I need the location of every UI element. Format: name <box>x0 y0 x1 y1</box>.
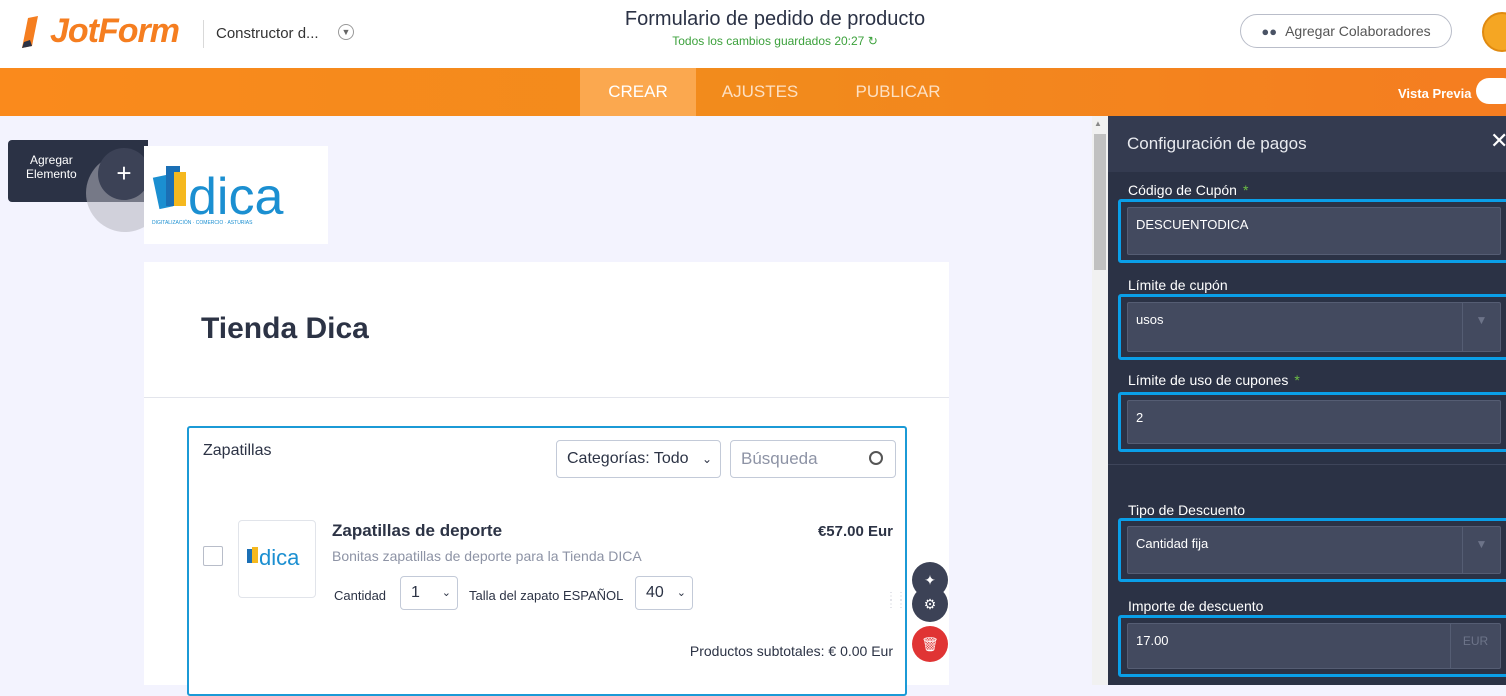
tab-publicar[interactable]: PUBLICAR <box>838 68 958 116</box>
drag-handle-icon[interactable]: ⋮⋮ ⋮⋮ <box>886 592 906 619</box>
required-star-icon: * <box>1242 182 1249 198</box>
subtotal-text: Productos subtotales: € 0.00 Eur <box>689 643 893 659</box>
product-list-field[interactable]: Zapatillas Categorías: Todo ⌄ Búsqueda d… <box>187 426 907 696</box>
product-checkbox[interactable] <box>203 546 223 566</box>
svg-text:dica: dica <box>259 545 300 570</box>
coupon-usage-limit-input[interactable]: 2 <box>1127 400 1501 444</box>
quantity-value: 1 <box>411 584 420 601</box>
coupon-code-label: Código de Cupón * <box>1128 182 1248 198</box>
size-label: Talla del zapato ESPAÑOL <box>469 588 624 603</box>
product-name: Zapatillas de deporte <box>332 521 503 540</box>
add-element-line1: Agregar <box>30 153 73 167</box>
add-element-button[interactable]: + <box>98 148 150 200</box>
product-price: €57.00 Eur <box>817 523 893 540</box>
pencil-logo-icon <box>22 15 38 48</box>
top-bar: JotForm Constructor d... ▼ Formulario de… <box>0 0 1506 68</box>
scroll-thumb[interactable] <box>1094 134 1106 270</box>
discount-amount-input[interactable]: 17.00 EUR <box>1127 623 1501 669</box>
tab-ajustes[interactable]: AJUSTES <box>700 68 820 116</box>
discount-type-label: Tipo de Descuento <box>1128 502 1245 518</box>
users-icon: ●● <box>1261 23 1278 39</box>
preview-label: Vista Previa <box>1398 86 1472 101</box>
search-placeholder: Búsqueda <box>741 449 818 468</box>
trash-icon[interactable]: 🗑 <box>912 626 948 662</box>
add-collaborators-button[interactable]: ●● Agregar Colaboradores <box>1240 14 1452 48</box>
form-title[interactable]: Formulario de pedido de producto <box>560 8 990 31</box>
add-collaborators-label: Agregar Colaboradores <box>1285 23 1431 39</box>
dropdown-arrow-icon[interactable]: ▼ <box>1462 303 1500 351</box>
coupon-usage-limit-label: Límite de uso de cupones * <box>1128 372 1300 388</box>
discount-type-value: Cantidad fija <box>1136 536 1209 551</box>
product-thumbnail: dica <box>238 520 316 598</box>
category-select[interactable]: Categorías: Todo ⌄ <box>556 440 721 478</box>
quantity-label: Cantidad <box>334 588 387 603</box>
panel-divider <box>1108 464 1506 465</box>
refresh-icon[interactable]: ↻ <box>868 34 878 48</box>
main-nav: CREAR AJUSTES PUBLICAR Vista Previa <box>0 68 1506 116</box>
coupon-limit-select[interactable]: usos ▼ <box>1127 302 1501 352</box>
form-heading[interactable]: Tienda Dica <box>201 312 369 346</box>
chevron-down-icon[interactable]: ▼ <box>338 24 354 40</box>
search-icon[interactable] <box>869 451 883 465</box>
scroll-up-icon[interactable]: ▲ <box>1094 119 1102 128</box>
brand-name: JotForm <box>50 12 180 50</box>
coupon-usage-limit-label-text: Límite de uso de cupones <box>1128 372 1289 388</box>
svg-text:dica: dica <box>188 168 283 226</box>
panel-title: Configuración de pagos <box>1127 134 1307 153</box>
quantity-select[interactable]: 1 ⌄ <box>400 576 458 610</box>
size-value: 40 <box>646 584 664 601</box>
product-list-title: Zapatillas <box>203 442 272 459</box>
header-divider <box>203 20 204 48</box>
add-element-label[interactable]: Agregar Elemento <box>26 153 77 181</box>
chevron-down-icon: ⌄ <box>701 452 712 466</box>
discount-type-field: Cantidad fija ▼ <box>1118 518 1506 582</box>
avatar[interactable] <box>1482 12 1506 52</box>
required-star-icon: * <box>1294 372 1300 388</box>
discount-type-select[interactable]: Cantidad fija ▼ <box>1127 526 1501 574</box>
discount-amount-label: Importe de descuento <box>1128 598 1264 614</box>
form-title-area: Formulario de pedido de producto Todos l… <box>560 8 990 48</box>
gear-icon[interactable]: ⚙ <box>912 586 948 622</box>
tab-crear[interactable]: CREAR <box>580 68 696 116</box>
discount-amount-value: 17.00 <box>1136 633 1169 648</box>
jotform-logo[interactable]: JotForm <box>18 12 180 51</box>
currency-unit: EUR <box>1450 624 1500 668</box>
chevron-down-icon: ⌄ <box>676 587 686 599</box>
add-element-line2: Elemento <box>26 167 77 181</box>
coupon-code-label-text: Código de Cupón <box>1128 182 1237 198</box>
coupon-limit-value: usos <box>1136 312 1164 327</box>
coupon-code-field: DESCUENTODICA <box>1118 199 1506 263</box>
product-description: Bonitas zapatillas de deporte para la Ti… <box>332 548 642 564</box>
save-status: Todos los cambios guardados 20:27 ↻ <box>560 34 990 48</box>
dropdown-arrow-icon[interactable]: ▼ <box>1462 527 1500 573</box>
dica-logo-icon: dica DIGITALIZACIÓN · COMERCIO · ASTURIA… <box>152 166 283 226</box>
coupon-limit-label: Límite de cupón <box>1128 277 1228 293</box>
discount-amount-field: 17.00 EUR <box>1118 615 1506 677</box>
dica-thumb-icon: dica <box>247 545 300 570</box>
size-select[interactable]: 40 ⌄ <box>635 576 693 610</box>
coupon-usage-limit-field: 2 <box>1118 392 1506 452</box>
save-status-text: Todos los cambios guardados 20:27 <box>672 34 865 48</box>
chevron-down-icon: ⌄ <box>441 587 451 599</box>
search-input[interactable]: Búsqueda <box>730 440 896 478</box>
category-select-value: Categorías: Todo <box>567 450 689 467</box>
coupon-limit-field: usos ▼ <box>1118 294 1506 360</box>
coupon-code-input[interactable]: DESCUENTODICA <box>1127 207 1501 255</box>
close-icon[interactable]: ✕ <box>1490 128 1506 154</box>
preview-toggle[interactable] <box>1476 78 1506 104</box>
builder-name[interactable]: Constructor d... <box>216 25 319 42</box>
svg-text:DIGITALIZACIÓN · COMERCIO · AS: DIGITALIZACIÓN · COMERCIO · ASTURIAS <box>152 219 253 226</box>
dica-logo[interactable]: dica DIGITALIZACIÓN · COMERCIO · ASTURIA… <box>144 146 328 244</box>
card-divider <box>144 397 949 398</box>
